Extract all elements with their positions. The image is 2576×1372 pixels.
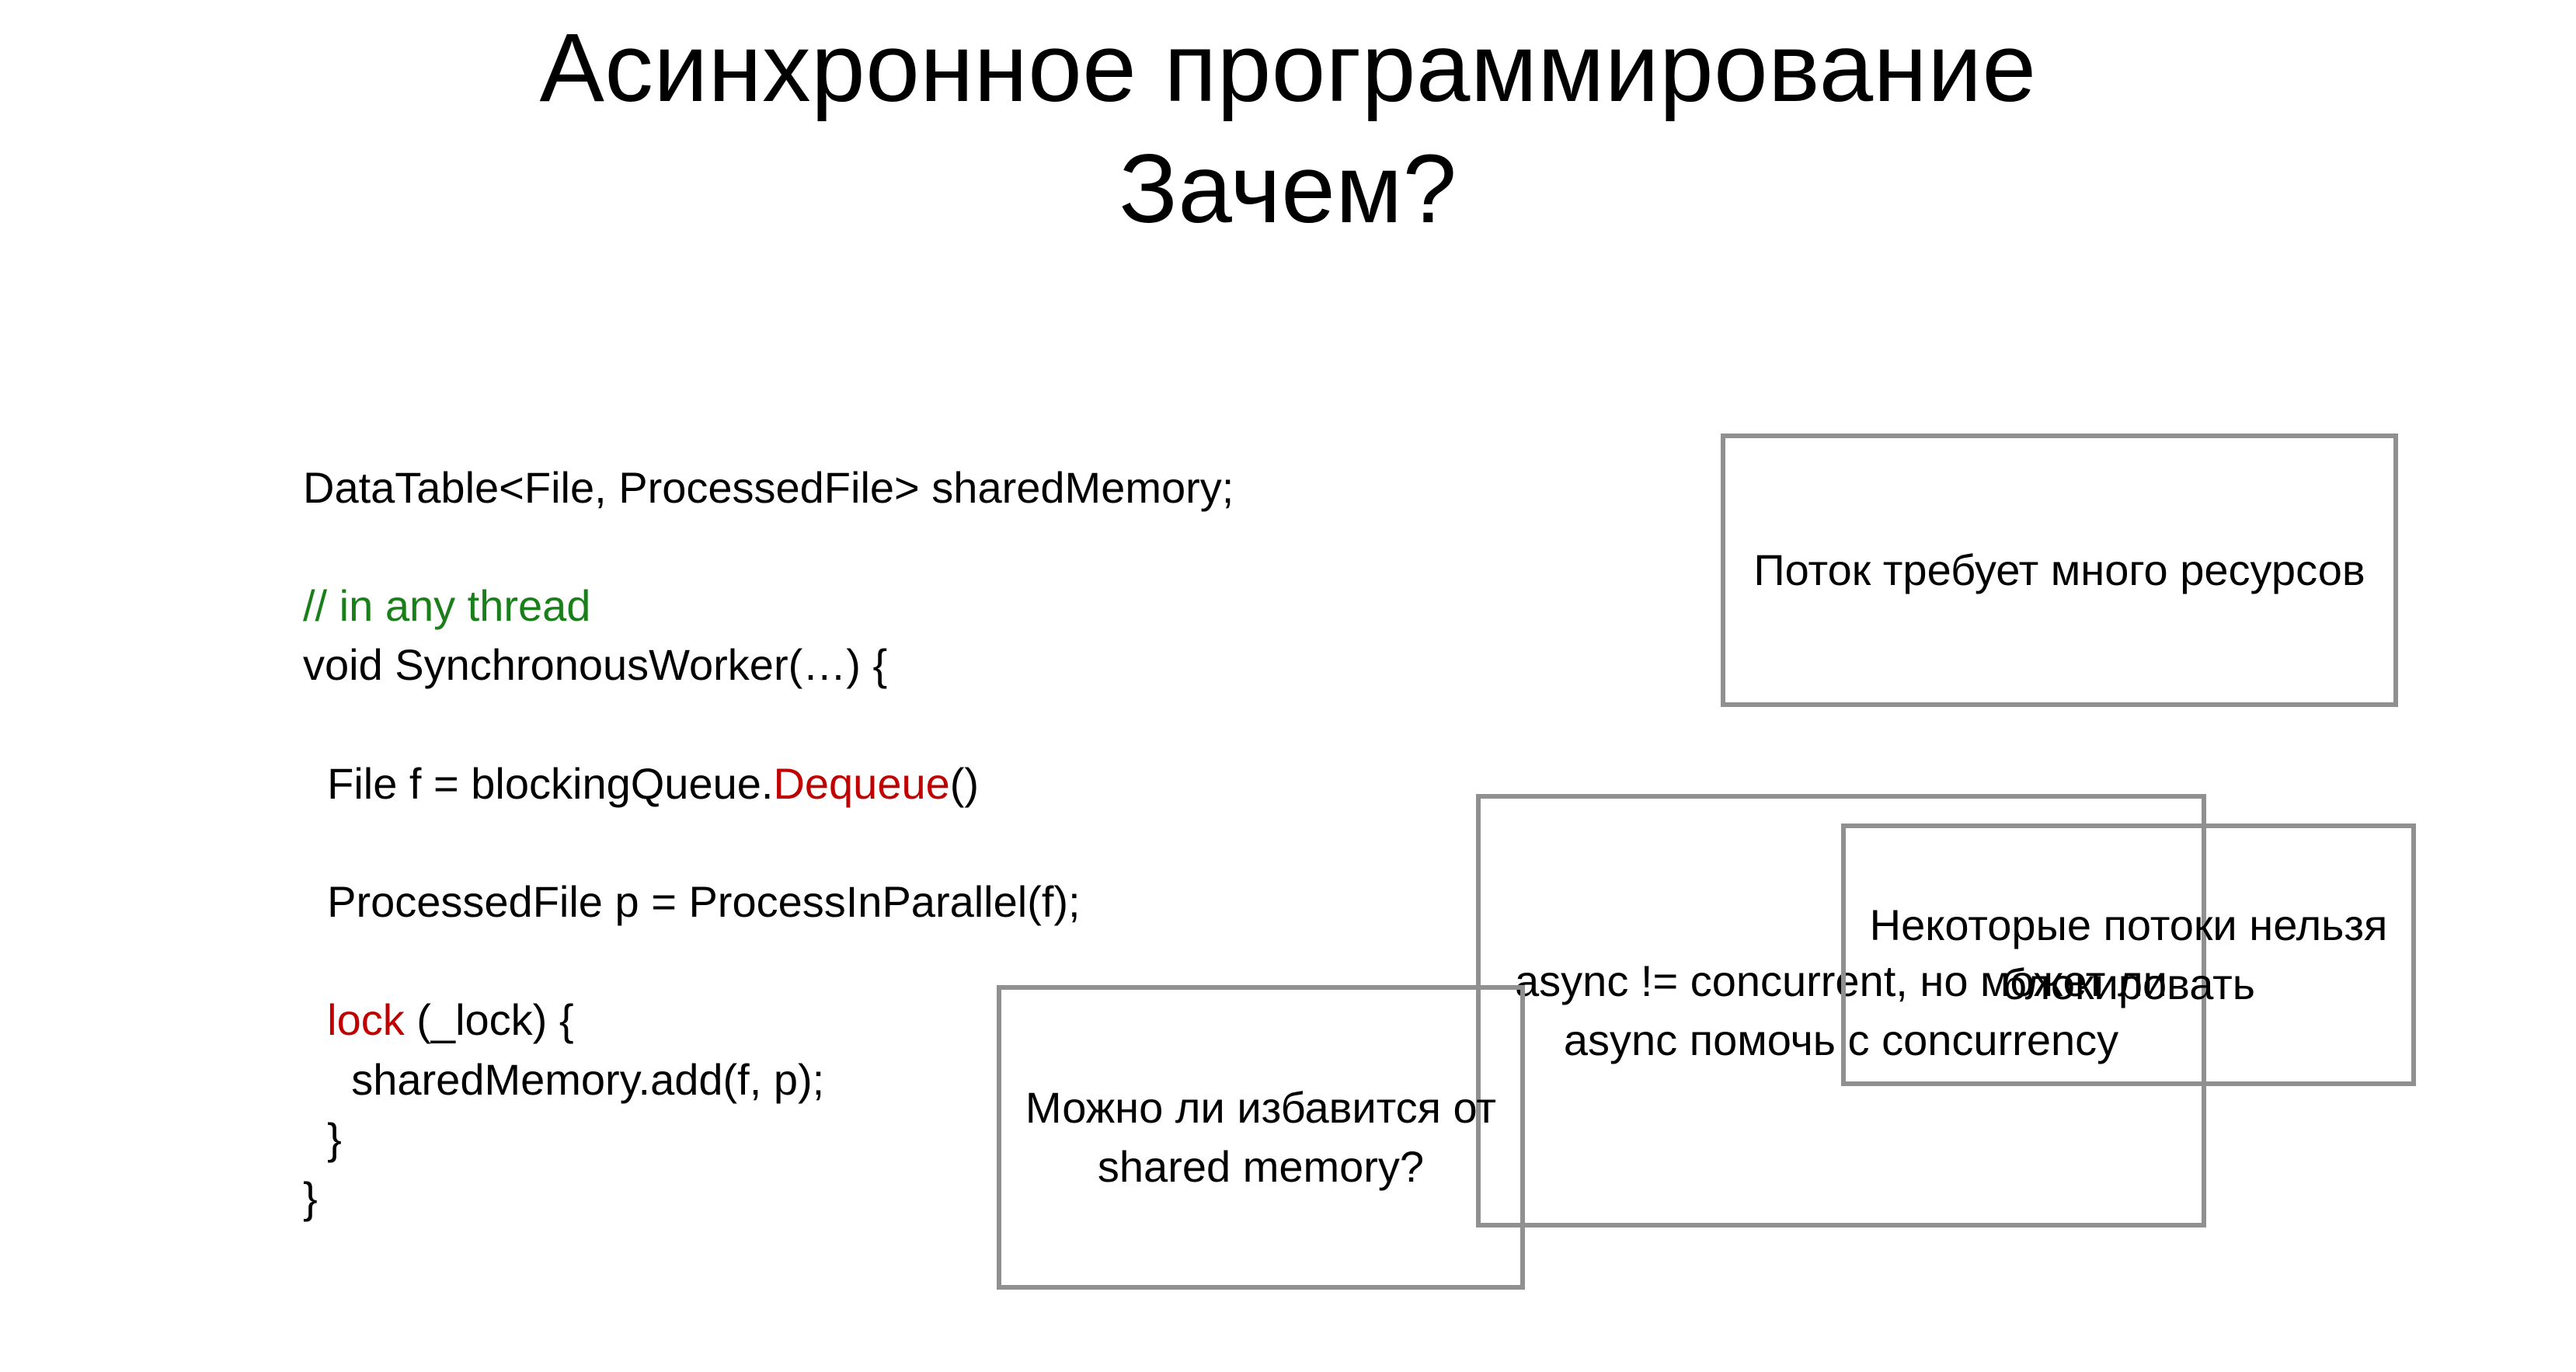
code-line-3: void SynchronousWorker(…) { xyxy=(303,640,887,689)
callout-shared-memory: Можно ли избавится от shared memory? xyxy=(997,985,1525,1290)
code-lock: lock xyxy=(327,995,405,1044)
code-line-1: DataTable<File, ProcessedFile> sharedMem… xyxy=(303,463,1234,512)
title-line-1: Асинхронное программирование xyxy=(539,14,2036,122)
callout-thread-resources: Поток требует много ресурсов xyxy=(1721,434,2398,707)
callout-shared-memory-text: Можно ли избавится от shared memory? xyxy=(1017,1078,1505,1196)
code-line-7: sharedMemory.add(f, p); xyxy=(303,1055,824,1104)
callout-thread-resources-text: Поток требует много ресурсов xyxy=(1741,541,2378,600)
slide: Асинхронное программирование Зачем? Data… xyxy=(0,0,2576,1372)
code-dequeue: Dequeue xyxy=(773,759,949,808)
callout-nonblocking-threads-text: Некоторые потоки нельзя блокировать xyxy=(1861,896,2396,1013)
code-line-6a xyxy=(303,995,327,1044)
code-line-4c: () xyxy=(950,759,979,808)
callout-nonblocking-threads: Некоторые потоки нельзя блокировать xyxy=(1841,824,2416,1086)
slide-title: Асинхронное программирование Зачем? xyxy=(0,8,2576,251)
code-line-9: } xyxy=(303,1173,318,1222)
title-line-2: Зачем? xyxy=(1119,135,1457,243)
code-comment: // in any thread xyxy=(303,581,590,630)
code-line-5: ProcessedFile p = ProcessInParallel(f); xyxy=(303,877,1081,926)
code-line-4a: File f = blockingQueue. xyxy=(303,759,773,808)
code-line-6c: (_lock) { xyxy=(405,995,574,1044)
code-line-8: } xyxy=(303,1114,342,1163)
